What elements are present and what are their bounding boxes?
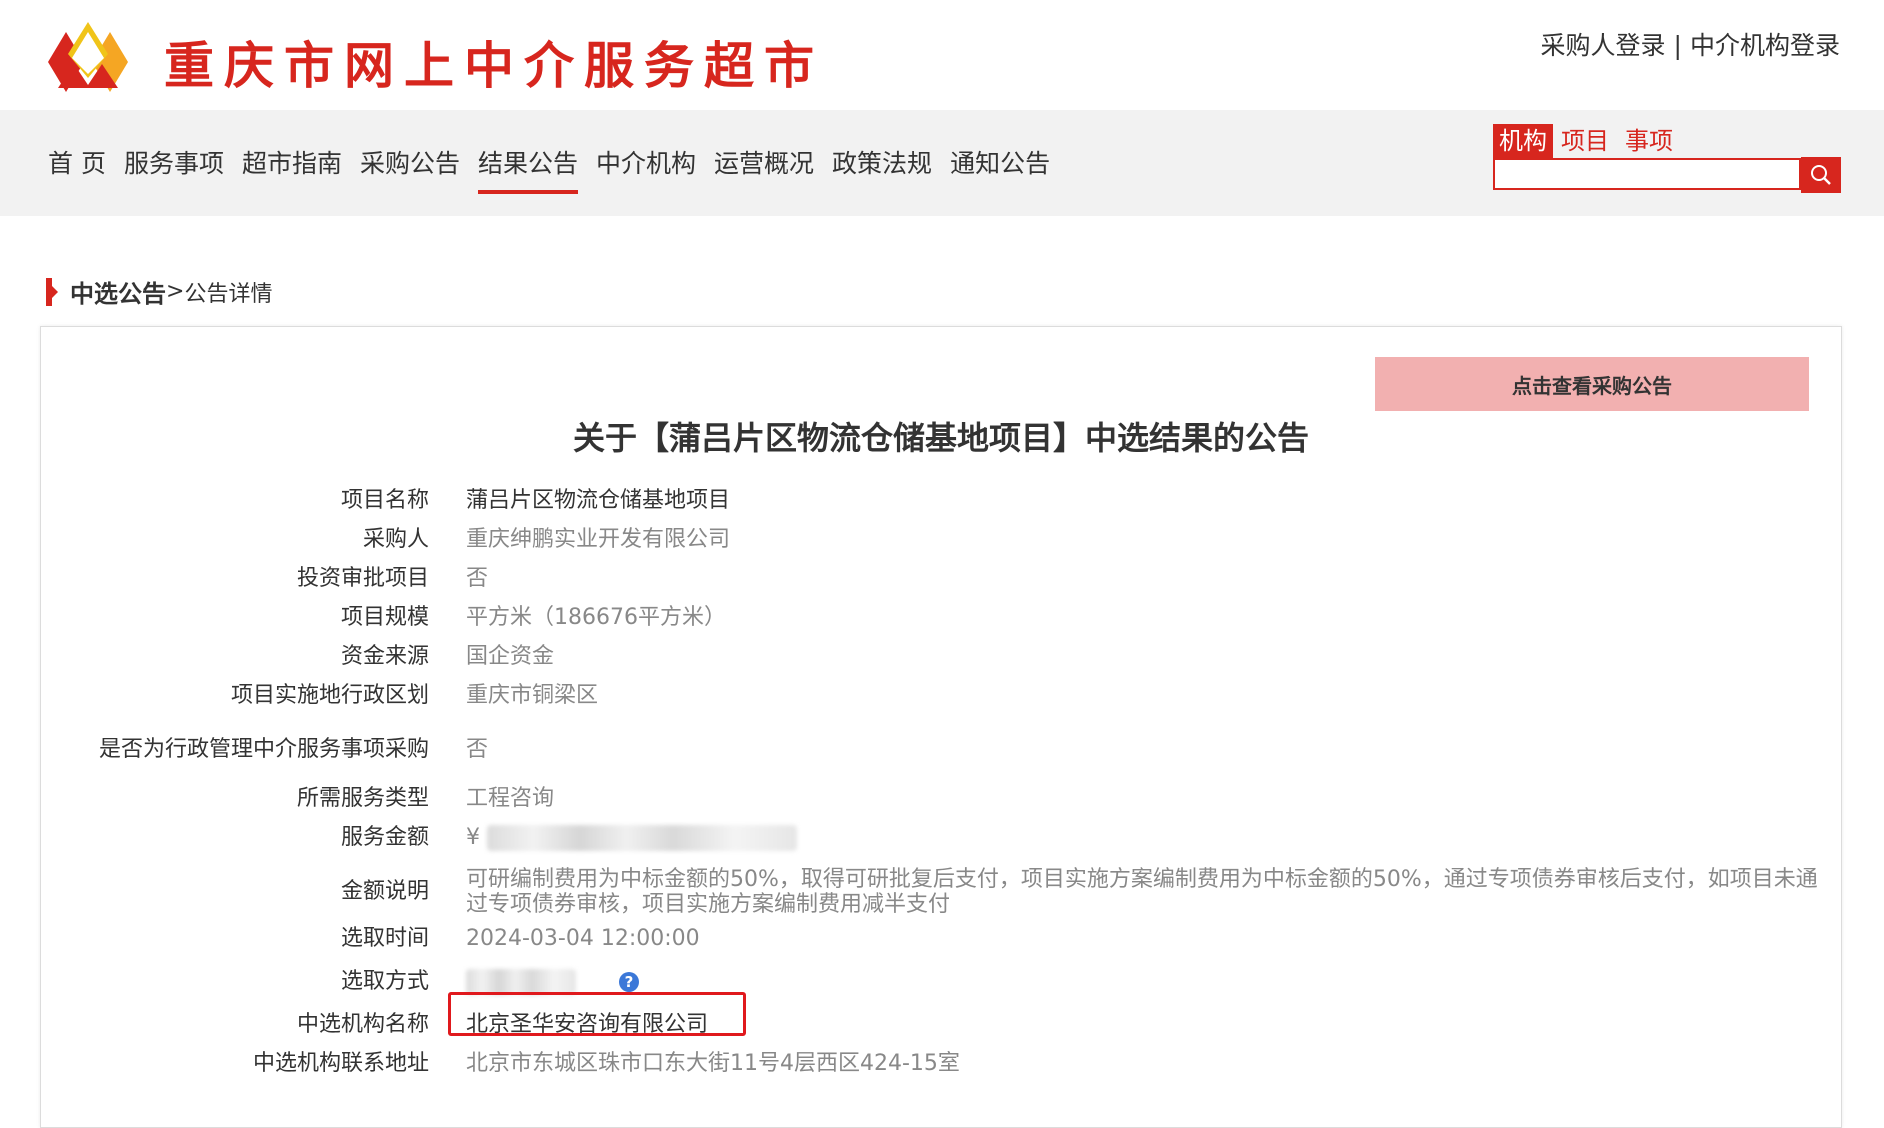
field-label: 中选机构联系地址 <box>252 1051 429 1076</box>
search-box: 机构 项目 事项 <box>1493 124 1841 194</box>
agency-login-link[interactable]: 中介机构登录 <box>1690 31 1840 60</box>
field-value: 北京市东城区珠市口东大街11号4层西区424-15室 <box>466 1051 960 1077</box>
nav-item-policies[interactable]: 政策法规 <box>832 144 932 194</box>
field-label: 选取方式 <box>340 969 429 994</box>
login-links: 采购人登录 | 中介机构登录 <box>1541 26 1840 62</box>
nav-item-home[interactable]: 首 页 <box>48 144 106 194</box>
breadcrumb-marker <box>46 277 58 306</box>
field-row: 采购人 重庆绅鹏实业开发有限公司 <box>81 527 1821 552</box>
field-value: ¥ <box>466 825 1826 852</box>
search-icon <box>1811 165 1831 185</box>
breadcrumb-current: 公告详情 <box>184 281 273 307</box>
field-row: 服务金额 ¥ <box>81 825 1821 852</box>
field-label: 所需服务类型 <box>296 786 429 811</box>
field-value: 可研编制费用为中标金额的50%，取得可研批复后支付，项目实施方案编制费用为中标金… <box>466 866 1818 917</box>
redacted-amount <box>487 825 797 852</box>
field-value: 重庆市铜梁区 <box>466 683 599 709</box>
field-value: 重庆绅鹏实业开发有限公司 <box>466 527 731 553</box>
nav-item-guide[interactable]: 超市指南 <box>242 144 342 194</box>
field-row: 中选机构名称 北京圣华安咨询有限公司 <box>81 992 1821 1037</box>
highlight-annotation <box>448 992 746 1037</box>
service-amount-prefix: ¥ <box>466 825 480 851</box>
search-input[interactable] <box>1493 158 1801 190</box>
field-label: 资金来源 <box>340 644 429 669</box>
nav-item-services[interactable]: 服务事项 <box>124 144 224 194</box>
field-value: 北京圣华安咨询有限公司 <box>448 992 1826 1037</box>
field-value: 国企资金 <box>466 644 555 670</box>
field-value: ? <box>466 969 1826 996</box>
field-label: 项目实施地行政区划 <box>230 683 429 708</box>
field-value: 否 <box>466 566 489 592</box>
field-row: 项目实施地行政区划 重庆市铜梁区 <box>81 683 1821 708</box>
field-row: 资金来源 国企资金 <box>81 644 1821 669</box>
field-label: 选取时间 <box>340 926 429 951</box>
search-tab-project[interactable]: 项目 <box>1553 124 1617 158</box>
field-row: 投资审批项目 否 <box>81 566 1821 591</box>
announcement-panel: 点击查看采购公告 关于【蒲吕片区物流仓储基地项目】中选结果的公告 项目名称 蒲吕… <box>40 326 1842 1128</box>
search-tab-item[interactable]: 事项 <box>1617 124 1681 158</box>
field-label: 是否为行政管理中介服务事项采购 <box>98 736 429 762</box>
field-value: 2024-03-04 12:00:00 <box>466 926 700 952</box>
nav-item-operations[interactable]: 运营概况 <box>714 144 814 194</box>
field-label: 项目名称 <box>340 488 429 513</box>
help-icon[interactable]: ? <box>619 972 639 993</box>
field-label: 金额说明 <box>340 878 429 904</box>
field-label: 服务金额 <box>340 825 429 850</box>
field-value: 平方米（186676平方米） <box>466 605 726 631</box>
field-row: 选取时间 2024-03-04 12:00:00 <box>81 926 1821 951</box>
breadcrumb-section[interactable]: 中选公告 <box>70 274 166 309</box>
field-label: 项目规模 <box>340 605 429 630</box>
field-label: 投资审批项目 <box>296 566 429 591</box>
field-row: 项目规模 平方米（186676平方米） <box>81 605 1821 630</box>
nav-item-agencies[interactable]: 中介机构 <box>596 144 696 194</box>
nav-item-procurement[interactable]: 采购公告 <box>360 144 460 194</box>
breadcrumb-separator: > <box>166 279 185 304</box>
breadcrumb: 中选公告 > 公告详情 <box>46 274 272 309</box>
field-row: 中选机构联系地址 北京市东城区珠市口东大街11号4层西区424-15室 <box>81 1051 1821 1076</box>
field-value: 蒲吕片区物流仓储基地项目 <box>466 488 731 514</box>
field-row: 金额说明 可研编制费用为中标金额的50%，取得可研批复后支付，项目实施方案编制费… <box>81 867 1821 917</box>
field-label: 中选机构名称 <box>296 1012 429 1037</box>
announcement-title: 关于【蒲吕片区物流仓储基地项目】中选结果的公告 <box>572 419 1309 457</box>
search-button[interactable] <box>1801 157 1841 193</box>
nav-item-notices[interactable]: 通知公告 <box>950 144 1050 194</box>
redacted-selection-method <box>466 969 576 996</box>
field-row: 项目名称 蒲吕片区物流仓储基地项目 <box>81 488 1821 513</box>
site-logo <box>48 22 128 92</box>
site-title: 重庆市网上中介服务超市 <box>164 37 824 95</box>
view-procurement-notice-button[interactable]: 点击查看采购公告 <box>1375 357 1809 411</box>
site-header: 重庆市网上中介服务超市 采购人登录 | 中介机构登录 <box>0 0 1884 110</box>
field-value: 工程咨询 <box>466 786 555 812</box>
field-row: 所需服务类型 工程咨询 <box>81 786 1821 811</box>
login-separator: | <box>1673 31 1682 60</box>
field-row: 选取方式 ? <box>81 969 1821 996</box>
field-value: 否 <box>466 737 489 763</box>
field-label: 采购人 <box>362 527 429 552</box>
nav-item-results[interactable]: 结果公告 <box>478 144 579 194</box>
field-row: 是否为行政管理中介服务事项采购 否 <box>81 725 1821 775</box>
search-tab-agency[interactable]: 机构 <box>1493 124 1553 158</box>
buyer-login-link[interactable]: 采购人登录 <box>1541 31 1666 60</box>
